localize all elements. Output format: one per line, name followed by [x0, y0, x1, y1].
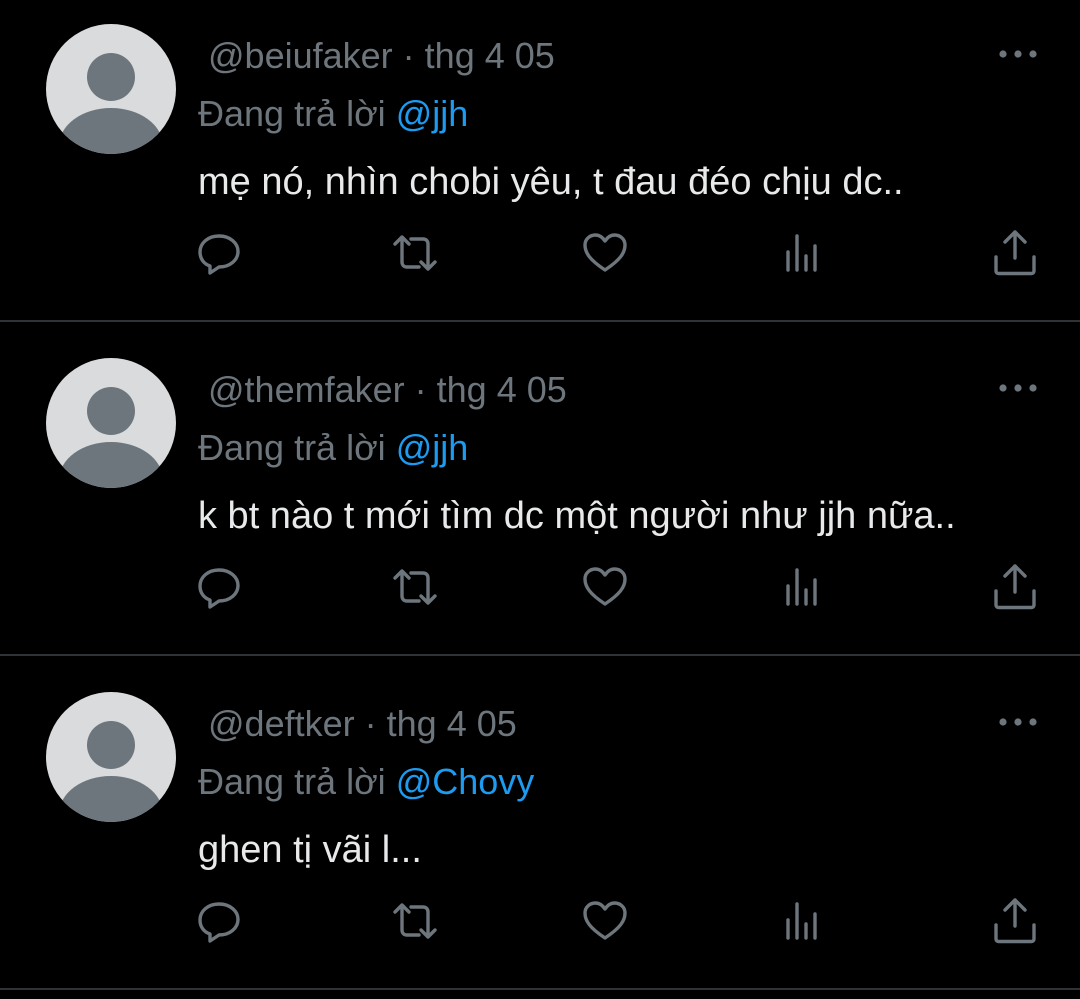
more-button[interactable] — [996, 712, 1040, 732]
share-icon — [994, 898, 1036, 944]
tweet[interactable]: @beiufaker · thg 4 05 Đang trả lời @jjh … — [0, 0, 1080, 322]
share-button[interactable] — [988, 894, 1042, 948]
tweet-meta: @deftker · thg 4 05 — [208, 702, 517, 746]
replying-to: Đang trả lời @Chovy — [198, 760, 534, 804]
heart-icon — [583, 233, 627, 272]
like-button[interactable] — [578, 894, 632, 948]
reply-icon — [198, 902, 240, 943]
heart-icon — [583, 901, 627, 940]
timeline: @beiufaker · thg 4 05 Đang trả lời @jjh … — [0, 0, 1080, 999]
share-button[interactable] — [988, 560, 1042, 614]
replying-to-mention[interactable]: @jjh — [396, 427, 469, 468]
user-handle[interactable]: @deftker — [208, 703, 355, 744]
replying-to-mention[interactable]: @Chovy — [396, 761, 535, 802]
retweet-button[interactable] — [388, 560, 442, 614]
tweet[interactable]: @deftker · thg 4 05 Đang trả lời @Chovy … — [0, 656, 1080, 990]
reply-button[interactable] — [192, 226, 246, 280]
retweet-icon — [393, 903, 437, 939]
views-icon — [786, 902, 817, 940]
tweet-date[interactable]: thg 4 05 — [425, 35, 555, 76]
tweet-actions — [0, 560, 1080, 614]
heart-icon — [583, 567, 627, 606]
avatar[interactable] — [46, 692, 176, 822]
default-profile-icon — [59, 721, 163, 822]
tweet-actions — [0, 894, 1080, 948]
tweet-date[interactable]: thg 4 05 — [437, 369, 567, 410]
like-button[interactable] — [578, 560, 632, 614]
replying-to: Đang trả lời @jjh — [198, 92, 468, 136]
reply-icon — [198, 568, 240, 609]
more-button[interactable] — [996, 44, 1040, 64]
default-profile-icon — [59, 387, 163, 488]
reply-icon — [198, 234, 240, 275]
avatar[interactable] — [46, 358, 176, 488]
more-icon — [999, 718, 1037, 726]
share-icon — [994, 564, 1036, 610]
tweet-meta: @beiufaker · thg 4 05 — [208, 34, 555, 78]
user-handle[interactable]: @beiufaker — [208, 35, 393, 76]
replying-to-label: Đang trả lời — [198, 427, 386, 468]
meta-separator: · — [364, 703, 377, 744]
share-button[interactable] — [988, 226, 1042, 280]
tweet-text: k bt nào t mới tìm dc một người như jjh … — [198, 495, 956, 537]
like-button[interactable] — [578, 226, 632, 280]
replying-to: Đang trả lời @jjh — [198, 426, 468, 470]
more-icon — [999, 384, 1037, 392]
avatar[interactable] — [46, 24, 176, 154]
views-button[interactable] — [776, 894, 830, 948]
more-icon — [999, 50, 1037, 58]
retweet-button[interactable] — [388, 894, 442, 948]
views-button[interactable] — [776, 226, 830, 280]
retweet-button[interactable] — [388, 226, 442, 280]
replying-to-label: Đang trả lời — [198, 761, 386, 802]
default-profile-icon — [59, 53, 163, 154]
views-icon — [786, 234, 817, 272]
replying-to-mention[interactable]: @jjh — [396, 93, 469, 134]
tweet-text: mẹ nó, nhìn chobi yêu, t đau đéo chịu dc… — [198, 161, 904, 203]
share-icon — [994, 230, 1036, 276]
reply-button[interactable] — [192, 560, 246, 614]
reply-button[interactable] — [192, 894, 246, 948]
tweet-text: ghen tị vãi l... — [198, 829, 422, 871]
replying-to-label: Đang trả lời — [198, 93, 386, 134]
user-handle[interactable]: @themfaker — [208, 369, 405, 410]
retweet-icon — [393, 235, 437, 271]
tweet-date[interactable]: thg 4 05 — [387, 703, 517, 744]
meta-separator: · — [402, 35, 415, 76]
views-icon — [786, 568, 817, 606]
more-button[interactable] — [996, 378, 1040, 398]
views-button[interactable] — [776, 560, 830, 614]
tweet[interactable]: @themfaker · thg 4 05 Đang trả lời @jjh … — [0, 322, 1080, 656]
tweet-meta: @themfaker · thg 4 05 — [208, 368, 567, 412]
retweet-icon — [393, 569, 437, 605]
tweet-actions — [0, 226, 1080, 280]
meta-separator: · — [414, 369, 427, 410]
